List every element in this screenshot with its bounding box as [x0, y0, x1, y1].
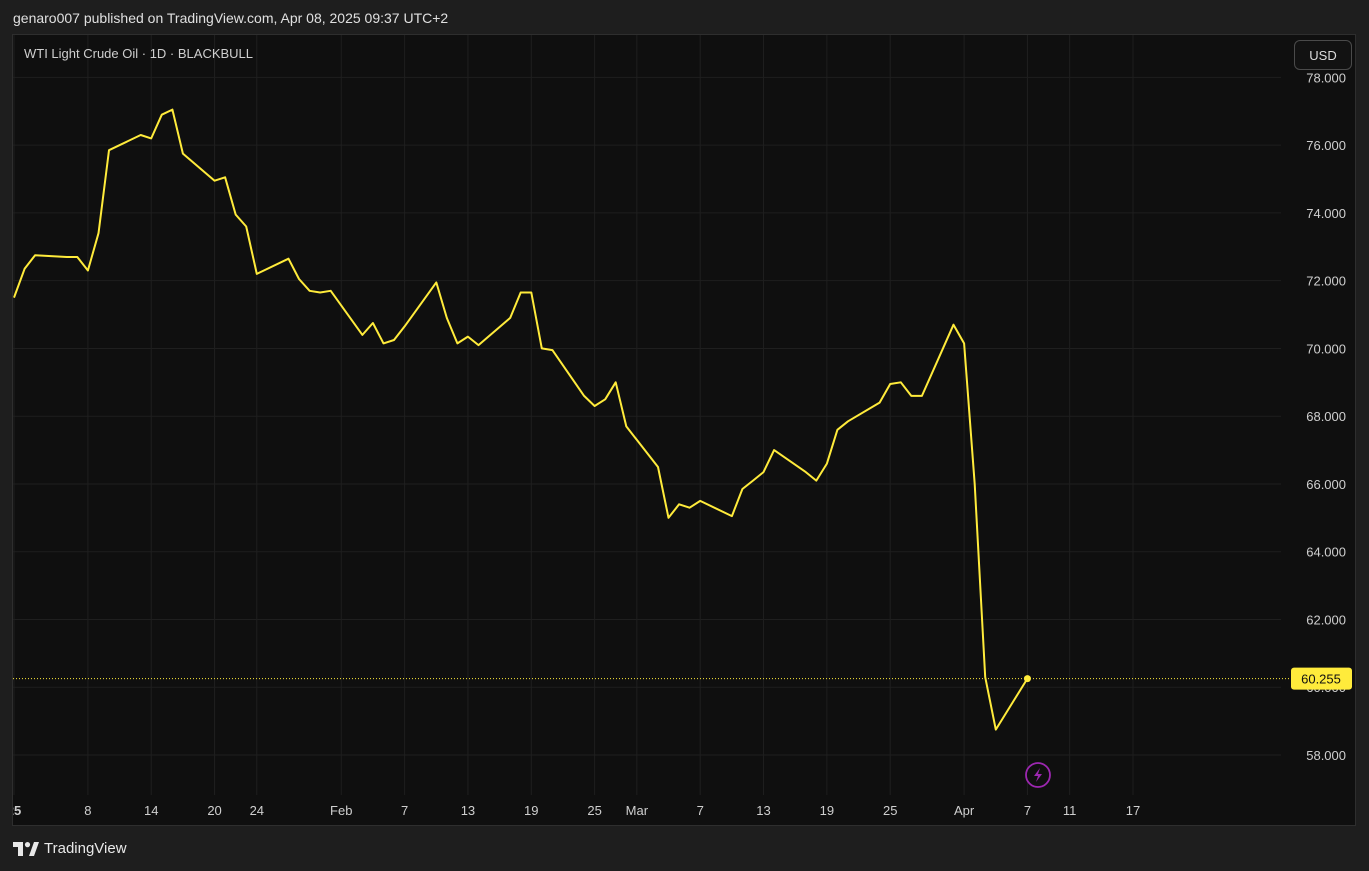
- x-tick-label: 11: [1063, 803, 1077, 818]
- x-tick-label: 24: [250, 803, 264, 818]
- x-tick-label: 7: [697, 803, 704, 818]
- x-tick-label: 20: [207, 803, 221, 818]
- y-axis: 58.00060.00062.00064.00066.00068.00070.0…: [1306, 70, 1346, 763]
- x-tick-label: 25: [883, 803, 897, 818]
- published-info: genaro007 published on TradingView.com, …: [13, 10, 449, 26]
- y-tick-label: 62.000: [1306, 612, 1346, 627]
- last-point-dot: [1023, 675, 1031, 683]
- price-tag-label: 60.255: [1301, 672, 1341, 687]
- price-chart[interactable]: 25 8 14 20 24 Feb 7 13 19 25 Mar 7 13 19 25 Apr 7 11 17 58…: [13, 35, 1355, 825]
- x-tick-label: Feb: [330, 803, 352, 818]
- x-tick-label: 7: [401, 803, 408, 818]
- y-tick-label: 70.000: [1306, 341, 1346, 356]
- y-tick-label: 74.000: [1306, 206, 1346, 221]
- x-tick-label: Apr: [954, 803, 975, 818]
- x-tick-label: 13: [461, 803, 475, 818]
- y-tick-label: 58.000: [1306, 748, 1346, 763]
- brand-name: TradingView: [44, 840, 127, 857]
- y-tick-label: 78.000: [1306, 70, 1346, 85]
- x-tick-label: 7: [1024, 803, 1031, 818]
- x-tick-label: Mar: [626, 803, 649, 818]
- y-tick-label: 64.000: [1306, 545, 1346, 560]
- symbol-label[interactable]: WTI Light Crude Oil · 1D · BLACKBULL: [24, 46, 253, 61]
- chart-panel[interactable]: 25 8 14 20 24 Feb 7 13 19 25 Mar 7 13 19 25 Apr 7 11 17 58…: [12, 34, 1356, 826]
- x-tick-label: 13: [756, 803, 770, 818]
- x-tick-label: 14: [144, 803, 158, 818]
- x-axis: 25 8 14 20 24 Feb 7 13 19 25 Mar 7 13 19 25 Apr 7 11 17: [13, 803, 1140, 818]
- x-tick-label: 19: [820, 803, 834, 818]
- y-tick-label: 68.000: [1306, 409, 1346, 424]
- y-tick-label: 72.000: [1306, 274, 1346, 289]
- x-tick-label: 25: [587, 803, 601, 818]
- x-tick-label: 25: [13, 803, 21, 818]
- y-tick-label: 66.000: [1306, 477, 1346, 492]
- event-marker[interactable]: [1025, 762, 1051, 788]
- x-tick-label: 17: [1126, 803, 1140, 818]
- series-line: [13, 108, 1029, 731]
- price-series: [13, 108, 1031, 731]
- footer-brand[interactable]: TradingView: [13, 840, 127, 857]
- x-tick-label: 8: [84, 803, 91, 818]
- tradingview-logo-icon: [13, 841, 39, 856]
- last-price-tag: 60.255: [1291, 667, 1352, 690]
- grid-lines: [13, 35, 1281, 795]
- y-tick-label: 76.000: [1306, 138, 1346, 153]
- currency-button[interactable]: USD: [1294, 40, 1352, 70]
- x-tick-label: 19: [524, 803, 538, 818]
- lightning-icon[interactable]: [1025, 762, 1051, 788]
